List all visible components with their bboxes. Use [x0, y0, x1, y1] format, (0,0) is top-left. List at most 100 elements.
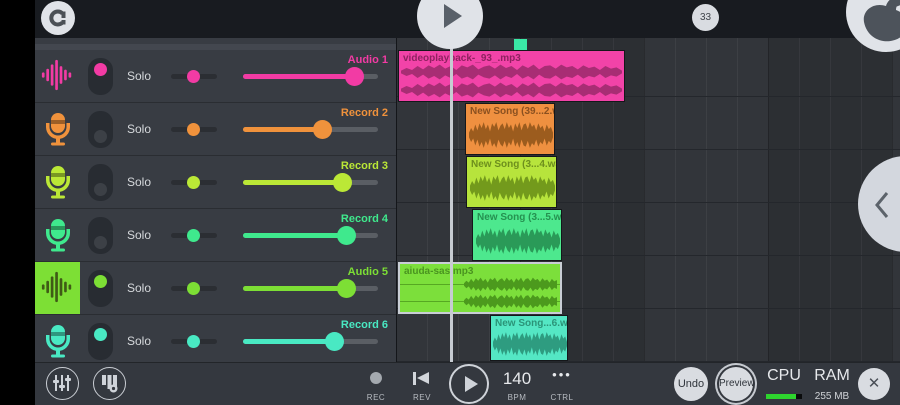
volume-slider[interactable] — [243, 226, 378, 245]
track-arm-toggle[interactable] — [88, 164, 113, 201]
toggle-dot — [94, 275, 107, 288]
bpm-value: 140 — [502, 369, 532, 388]
ctrl-label: CTRL — [550, 393, 574, 402]
pan-knob[interactable] — [187, 282, 200, 295]
cpu-meter: CPU — [762, 363, 806, 405]
audio-clip-newsong-6[interactable]: New Song...6.wav — [490, 315, 568, 361]
pan-slider[interactable] — [171, 282, 217, 295]
rewind-label: REV — [413, 393, 431, 402]
solo-label[interactable]: Solo — [127, 103, 151, 156]
track-arm-toggle[interactable] — [88, 270, 113, 307]
pan-slider[interactable] — [171, 335, 217, 348]
mixer-button[interactable] — [46, 367, 79, 400]
track-name[interactable]: Record 4 — [341, 213, 388, 225]
volume-slider[interactable] — [243, 67, 378, 86]
track-arm-toggle[interactable] — [88, 58, 113, 95]
track-name[interactable]: Record 6 — [341, 319, 388, 331]
track-name[interactable]: Record 2 — [341, 107, 388, 119]
volume-knob[interactable] — [332, 173, 352, 192]
track-row-record-2[interactable]: Solo Record 2 — [35, 103, 396, 156]
volume-fill — [243, 67, 365, 86]
rewind-button[interactable]: REV — [402, 363, 442, 405]
audio-clip-newsong-2[interactable]: New Song (39...2.wav — [465, 103, 555, 155]
fl-studio-logo-button[interactable] — [846, 0, 900, 52]
volume-slider[interactable] — [243, 332, 378, 351]
solo-label[interactable]: Solo — [127, 262, 151, 315]
bpm-control[interactable]: 140 BPM — [495, 363, 539, 405]
audio-clip-aiuda-selected[interactable]: aiuda-sas.mp3 — [398, 262, 562, 314]
record-dot-icon — [370, 372, 382, 384]
track-icon-cell[interactable] — [35, 315, 80, 362]
track-icon-cell[interactable] — [35, 103, 80, 155]
volume-slider[interactable] — [243, 120, 378, 139]
waveform — [470, 175, 555, 201]
close-button[interactable]: ✕ — [858, 368, 890, 400]
track-icon-cell-selected[interactable] — [35, 262, 80, 314]
waveform — [464, 277, 557, 292]
toggle-dot — [94, 183, 107, 196]
track-icon-cell[interactable] — [35, 209, 80, 261]
volume-slider[interactable] — [243, 173, 378, 192]
volume-slider[interactable] — [243, 279, 378, 298]
clip-name: videoplayback-_93_.mp3 — [403, 53, 521, 64]
solo-label[interactable]: Solo — [127, 209, 151, 262]
microphone-icon — [46, 113, 70, 146]
record-button[interactable]: REC — [356, 363, 396, 405]
track-arm-toggle[interactable] — [88, 323, 113, 360]
play-icon — [444, 4, 462, 28]
track-row-record-6[interactable]: Solo Record 6 — [35, 315, 396, 362]
volume-knob[interactable] — [336, 226, 356, 245]
pan-knob[interactable] — [187, 70, 200, 83]
pan-slider[interactable] — [171, 123, 217, 136]
track-name[interactable]: Record 3 — [341, 160, 388, 172]
volume-fill — [243, 120, 332, 139]
pan-slider[interactable] — [171, 176, 217, 189]
volume-fill — [243, 173, 352, 192]
track-list-panel: Solo Audio 1 Solo Record 2 Solo Record 3… — [35, 38, 396, 362]
bar-number-marker[interactable]: 33 — [692, 4, 719, 31]
track-name[interactable]: Audio 5 — [348, 266, 388, 278]
volume-knob[interactable] — [324, 332, 344, 351]
pan-knob[interactable] — [187, 229, 200, 242]
pan-knob[interactable] — [187, 335, 200, 348]
audio-clip-videoplayback[interactable]: videoplayback-_93_.mp3 — [398, 50, 625, 102]
track-icon-cell[interactable] — [35, 156, 80, 208]
main-menu-button[interactable] — [41, 1, 75, 35]
volume-knob[interactable] — [345, 67, 365, 86]
audio-waveform-icon — [41, 59, 72, 91]
pan-knob[interactable] — [187, 176, 200, 189]
track-row-audio-1[interactable]: Solo Audio 1 — [35, 50, 396, 103]
play-icon — [465, 376, 478, 392]
track-name[interactable]: Audio 1 — [348, 54, 388, 66]
cpu-usage-fill — [766, 394, 797, 399]
ram-value: 255 MB — [814, 391, 850, 402]
pan-knob[interactable] — [187, 123, 200, 136]
audio-clip-newsong-4[interactable]: New Song (3...4.wav — [466, 156, 557, 208]
ram-label: RAM — [814, 367, 850, 384]
volume-knob[interactable] — [312, 120, 332, 139]
clip-name: New Song...6.wav — [495, 318, 568, 329]
solo-label[interactable]: Solo — [127, 50, 151, 103]
volume-knob[interactable] — [336, 279, 356, 298]
track-row-record-3[interactable]: Solo Record 3 — [35, 156, 396, 209]
audio-clip-newsong-5[interactable]: New Song (3...5.wav — [472, 209, 562, 261]
track-row-record-4[interactable]: Solo Record 4 — [35, 209, 396, 262]
solo-label[interactable]: Solo — [127, 315, 151, 362]
instrument-settings-button[interactable] — [93, 367, 126, 400]
track-arm-toggle[interactable] — [88, 111, 113, 148]
solo-label[interactable]: Solo — [127, 156, 151, 209]
pan-slider[interactable] — [171, 229, 217, 242]
microphone-icon — [46, 219, 70, 252]
ctrl-menu-button[interactable]: ••• CTRL — [542, 363, 582, 405]
track-row-audio-5-selected[interactable]: Solo Audio 5 — [35, 262, 396, 315]
track-icon-cell[interactable] — [35, 50, 80, 102]
waveform — [464, 294, 557, 309]
playhead[interactable] — [450, 33, 453, 362]
pan-slider[interactable] — [171, 70, 217, 83]
undo-button[interactable]: Undo — [674, 367, 708, 401]
track-arm-toggle[interactable] — [88, 217, 113, 254]
microphone-icon — [46, 166, 70, 199]
screen-notch-bar — [0, 0, 35, 405]
play-button-transport[interactable] — [449, 364, 489, 404]
preview-button[interactable]: Preview — [719, 367, 755, 401]
